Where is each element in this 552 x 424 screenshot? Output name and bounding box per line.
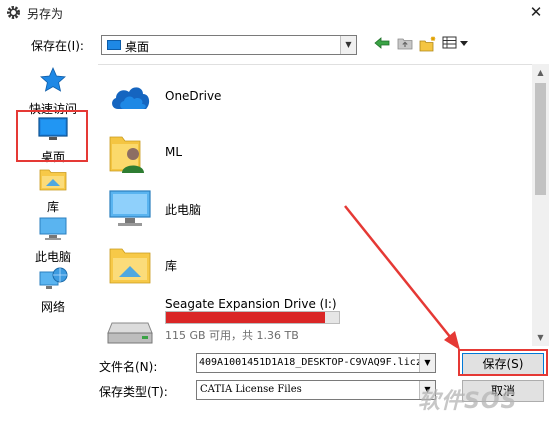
scroll-thumb[interactable] bbox=[535, 83, 546, 195]
window-title: 另存为 bbox=[27, 7, 64, 21]
filename-label: 文件名(N): bbox=[99, 360, 158, 374]
star-icon bbox=[40, 67, 66, 92]
drive-usage-fill bbox=[166, 312, 326, 323]
file-name: OneDrive bbox=[165, 89, 222, 103]
back-button[interactable] bbox=[372, 36, 392, 54]
library-icon bbox=[39, 169, 67, 191]
file-name: ML bbox=[165, 145, 183, 159]
highlight-desktop-box bbox=[16, 110, 88, 162]
computer-icon bbox=[39, 217, 67, 240]
save-in-label: 保存在(I): bbox=[31, 39, 84, 53]
place-this-pc[interactable]: 此电脑 bbox=[13, 216, 93, 265]
back-arrow-icon bbox=[374, 37, 390, 49]
view-menu-button[interactable] bbox=[442, 36, 470, 54]
up-folder-button[interactable] bbox=[395, 36, 415, 54]
file-list: OneDrive ML 此电脑 库 Seagate Expansion Driv… bbox=[98, 64, 532, 346]
scroll-down-arrow[interactable]: ▼ bbox=[532, 329, 549, 346]
watermark: 软件SOS bbox=[418, 389, 518, 414]
file-name: 此电脑 bbox=[165, 203, 202, 217]
place-library[interactable]: 库 bbox=[13, 166, 93, 215]
place-label: 库 bbox=[46, 200, 59, 214]
save-in-select[interactable]: 桌面 ▼ bbox=[101, 35, 357, 55]
list-item-ml[interactable]: ML bbox=[106, 129, 516, 177]
place-network[interactable]: 网络 bbox=[13, 266, 93, 315]
computer-icon bbox=[109, 190, 151, 226]
save-in-value: 桌面 bbox=[125, 40, 150, 54]
list-item-seagate-drive[interactable]: Seagate Expansion Drive (I:) 115 GB 可用，共… bbox=[106, 295, 516, 347]
highlight-save-box bbox=[458, 349, 548, 376]
new-folder-icon bbox=[419, 36, 436, 52]
library-icon bbox=[109, 248, 151, 284]
view-menu-icon bbox=[442, 36, 468, 49]
cloud-icon bbox=[112, 87, 150, 109]
drive-details: 115 GB 可用，共 1.36 TB bbox=[165, 329, 299, 342]
gear-icon bbox=[7, 6, 20, 19]
place-label: 此电脑 bbox=[34, 250, 71, 264]
filename-value: 409A1001451D1A18_DESKTOP-C9VAQ9F.licz bbox=[199, 357, 422, 368]
title-bar: 另存为 ✕ bbox=[0, 0, 552, 26]
places-bar: 快速访问 桌面 库 此电脑 网络 bbox=[13, 64, 93, 346]
up-folder-icon bbox=[397, 38, 413, 50]
list-item-onedrive[interactable]: OneDrive bbox=[106, 73, 516, 121]
network-icon bbox=[39, 267, 68, 289]
list-item-this-pc[interactable]: 此电脑 bbox=[106, 185, 516, 233]
place-label: 网络 bbox=[40, 300, 65, 314]
filetype-label: 保存类型(T): bbox=[99, 385, 168, 399]
filename-input[interactable]: 409A1001451D1A18_DESKTOP-C9VAQ9F.licz ▼ bbox=[196, 353, 436, 373]
chevron-down-icon[interactable]: ▼ bbox=[340, 36, 356, 54]
new-folder-button[interactable] bbox=[418, 36, 438, 54]
file-name: Seagate Expansion Drive (I:) bbox=[165, 297, 337, 311]
filetype-value: CATIA License Files bbox=[200, 384, 302, 395]
filetype-select[interactable]: CATIA License Files ▼ bbox=[196, 380, 436, 400]
drive-usage-bar bbox=[165, 311, 340, 324]
close-button[interactable]: ✕ bbox=[520, 0, 552, 26]
chevron-down-icon[interactable]: ▼ bbox=[419, 354, 435, 372]
file-name: 库 bbox=[165, 259, 178, 273]
desktop-icon bbox=[107, 40, 121, 50]
scroll-up-arrow[interactable]: ▲ bbox=[532, 64, 549, 81]
list-item-library[interactable]: 库 bbox=[106, 241, 516, 289]
drive-icon bbox=[107, 322, 153, 344]
user-folder-icon bbox=[109, 136, 144, 173]
vertical-scrollbar[interactable]: ▲ ▼ bbox=[532, 64, 549, 346]
